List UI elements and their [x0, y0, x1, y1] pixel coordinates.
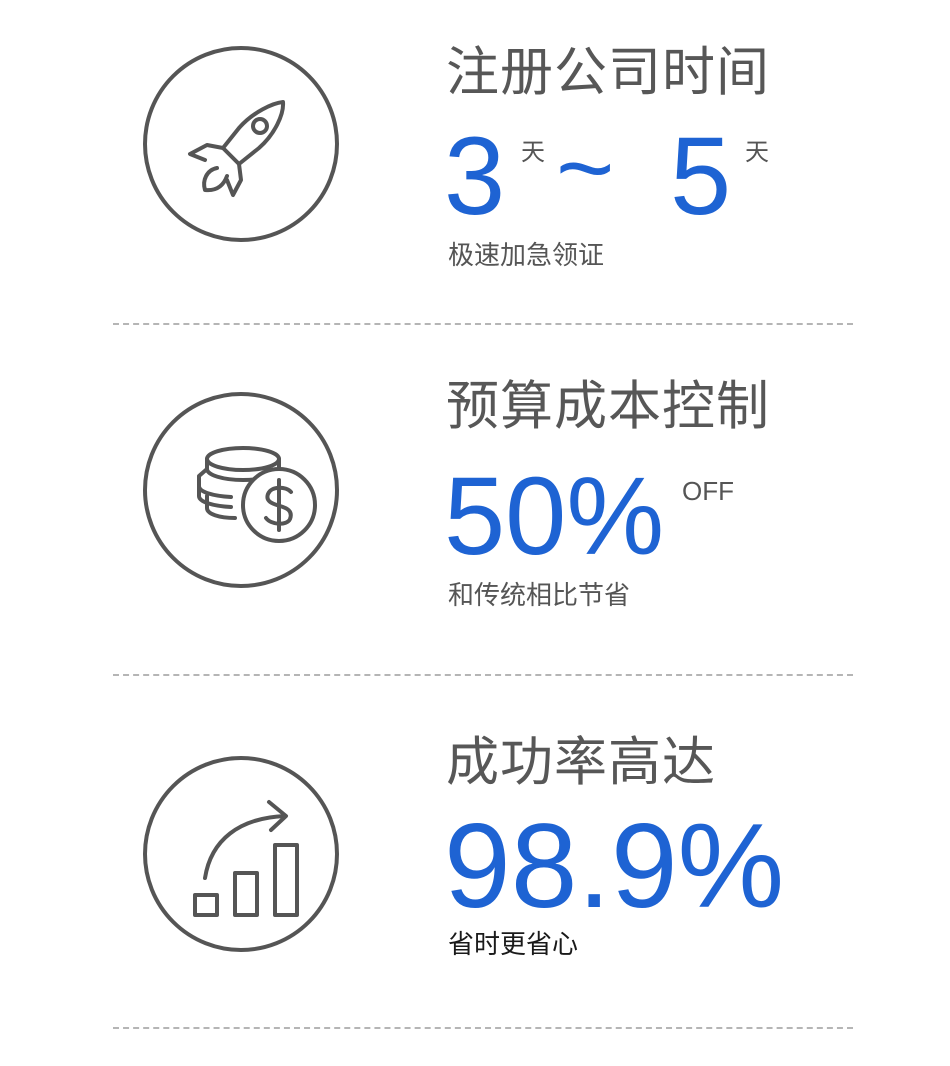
success-rate-value: 98.9%: [444, 799, 785, 933]
coins-dollar-icon: [143, 392, 339, 588]
section-divider: [113, 1027, 853, 1029]
feature-subtitle: 省时更省心: [448, 930, 579, 960]
rocket-icon: [143, 46, 339, 242]
feature-title: 注册公司时间: [446, 42, 770, 103]
tilde-separator: ~: [556, 112, 615, 224]
feature-title: 成功率高达: [446, 732, 716, 793]
feature-subtitle: 极速加急领证: [448, 241, 605, 271]
savings-percent-value: 50%: [444, 455, 665, 578]
feature-title: 预算成本控制: [446, 376, 770, 437]
days-unit-label: 天: [745, 138, 769, 166]
days-max-value: 5: [670, 115, 732, 238]
growth-chart-icon: [143, 756, 339, 952]
section-divider: [113, 674, 853, 676]
feature-subtitle: 和传统相比节省: [448, 581, 631, 611]
days-min-value: 3: [444, 115, 506, 238]
days-unit-label: 天: [521, 138, 545, 166]
section-divider: [113, 323, 853, 325]
off-label: OFF: [682, 476, 734, 506]
